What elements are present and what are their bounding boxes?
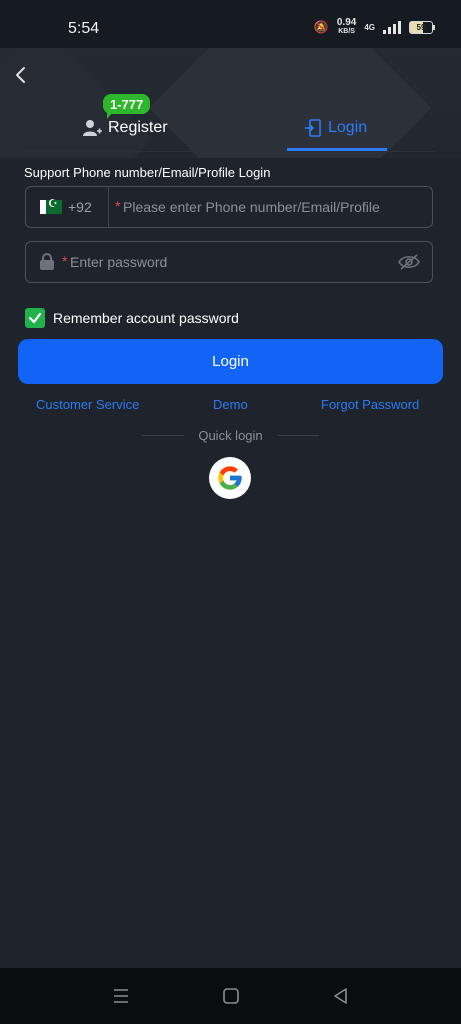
login-door-icon: [305, 119, 321, 137]
quick-login-divider: Quick login: [0, 428, 461, 443]
login-button[interactable]: Login: [18, 339, 443, 384]
tab-register-label: Register: [108, 119, 168, 136]
demo-link[interactable]: Demo: [213, 397, 248, 412]
battery-level: 59: [416, 22, 426, 32]
tab-divider: [24, 151, 436, 152]
pakistan-flag-icon[interactable]: [40, 197, 62, 214]
signal-icon: [383, 20, 401, 34]
header-background: [0, 48, 461, 158]
tab-login-label: Login: [328, 119, 368, 136]
back-icon[interactable]: [331, 986, 351, 1006]
remember-checkbox[interactable]: [25, 308, 45, 328]
battery-icon: 59: [409, 20, 435, 34]
home-icon[interactable]: [221, 986, 241, 1006]
network-type: 4G: [364, 22, 375, 32]
password-field: *: [25, 241, 433, 283]
system-nav-bar: [0, 968, 461, 1024]
bg-shape: [148, 48, 432, 158]
lock-icon: [40, 253, 54, 270]
back-arrow-icon[interactable]: [10, 64, 32, 86]
field-separator: [108, 187, 109, 227]
forgot-password-link[interactable]: Forgot Password: [321, 397, 419, 412]
mute-icon: 🔕: [313, 20, 329, 34]
customer-service-link[interactable]: Customer Service: [36, 397, 139, 412]
network-speed: 0.94 KB/S: [337, 18, 356, 36]
status-icons: 🔕 0.94 KB/S 4G 59: [313, 18, 435, 36]
phone-input[interactable]: [123, 187, 423, 227]
speed-unit: KB/S: [338, 28, 355, 35]
google-icon: [218, 466, 242, 490]
status-time: 5:54: [68, 20, 100, 37]
country-code[interactable]: +92: [68, 199, 92, 215]
google-login-button[interactable]: [209, 457, 251, 499]
required-mark: *: [62, 253, 68, 269]
password-input[interactable]: [70, 242, 390, 282]
speed-value: 0.94: [336, 17, 357, 28]
tab-login[interactable]: Login: [304, 106, 367, 150]
remember-row[interactable]: Remember account password: [25, 308, 239, 328]
divider-line-right: [276, 435, 319, 436]
promo-badge: 1-777: [103, 94, 151, 119]
user-add-icon: [83, 120, 102, 136]
phone-field: +92 *: [25, 186, 433, 228]
check-icon: [28, 312, 42, 324]
status-bar: 5:54 🔕 0.94 KB/S 4G 59: [0, 0, 461, 48]
menu-icon[interactable]: [111, 986, 131, 1006]
remember-label: Remember account password: [53, 310, 239, 326]
eye-hidden-icon[interactable]: [398, 253, 420, 271]
quick-login-label: Quick login: [198, 428, 263, 443]
support-label: Support Phone number/Email/Profile Login: [24, 165, 271, 180]
required-mark: *: [115, 198, 121, 214]
divider-line-left: [142, 435, 185, 436]
